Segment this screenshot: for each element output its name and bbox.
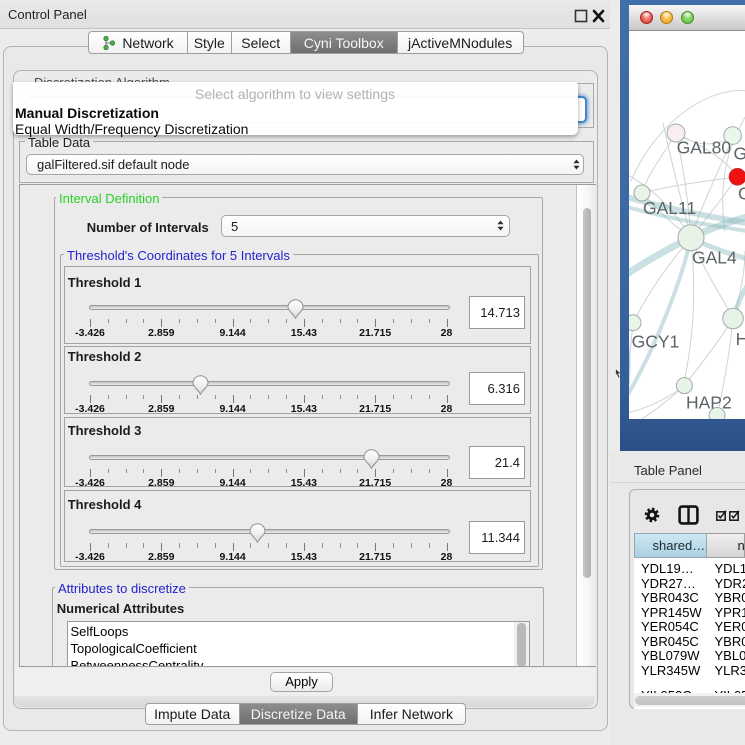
svg-text:H: H (736, 329, 745, 349)
svg-text:GA: GA (734, 143, 745, 163)
svg-text:GAL4: GAL4 (692, 247, 737, 267)
svg-text:C: C (738, 183, 745, 203)
svg-text:GAL11: GAL11 (643, 198, 696, 218)
svg-text:GAL80: GAL80 (677, 137, 732, 157)
svg-text:HAP2: HAP2 (686, 392, 732, 412)
svg-text:GCY1: GCY1 (632, 331, 680, 351)
